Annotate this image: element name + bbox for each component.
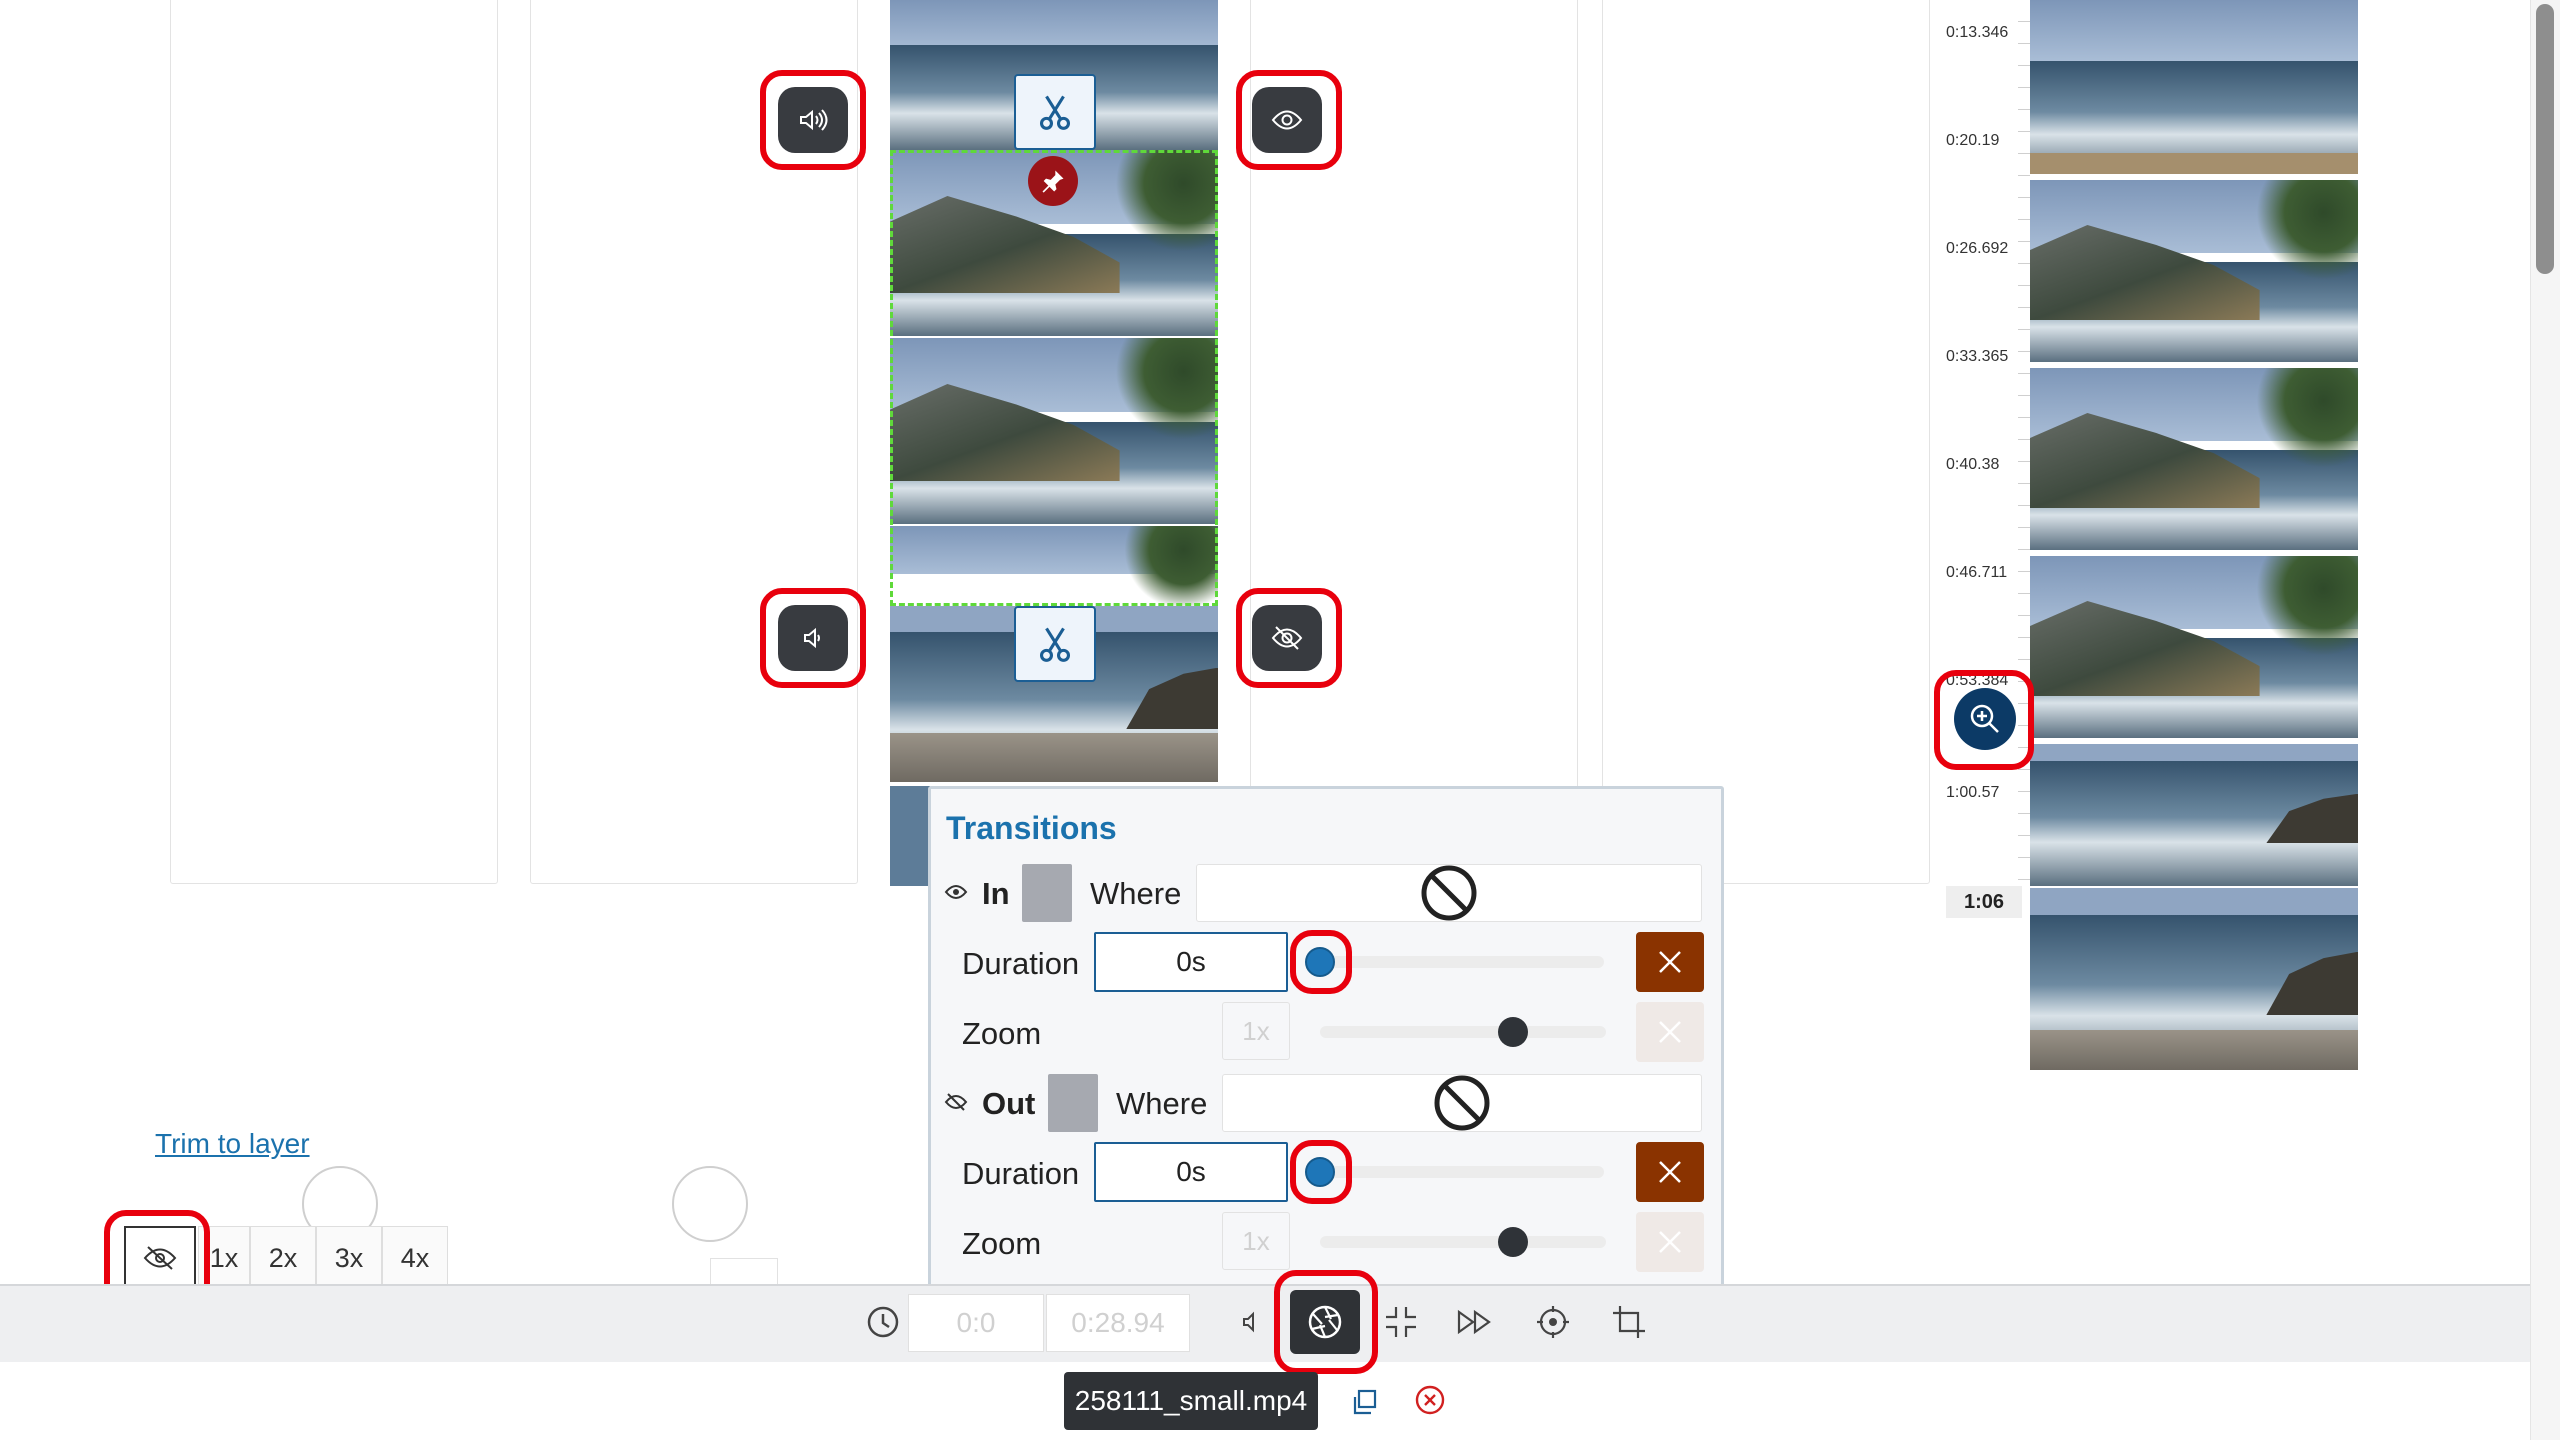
transitions-panel xyxy=(928,786,1724,1292)
speed-4x-button[interactable]: 4x xyxy=(382,1226,448,1290)
transition-out-zoom-knob[interactable] xyxy=(1498,1227,1528,1257)
timestamp-label: 0:40.38 xyxy=(1946,456,2000,473)
split-clip-button[interactable] xyxy=(1014,606,1096,682)
timestamp-label: 0:13.346 xyxy=(1946,24,2009,41)
end-time-input[interactable]: 0:28.94 xyxy=(1046,1294,1190,1352)
volume-low-icon xyxy=(804,627,820,649)
fast-forward-button[interactable] xyxy=(1450,1292,1500,1352)
volume-high-icon xyxy=(800,109,828,131)
transition-in-where-select[interactable] xyxy=(1196,864,1702,922)
transition-in-duration-slider[interactable] xyxy=(1318,956,1604,968)
transition-out-duration-slider[interactable] xyxy=(1318,1166,1604,1178)
timeline-thumbnail[interactable] xyxy=(2030,888,2358,1070)
close-icon xyxy=(1659,1021,1681,1043)
clock-button[interactable] xyxy=(858,1292,908,1352)
transition-in-label: In xyxy=(982,876,1010,911)
timestamp-label: 1:00.57 xyxy=(1946,784,2000,801)
scissors-icon xyxy=(1039,95,1071,130)
fast-forward-icon xyxy=(1457,1309,1491,1335)
crop-icon xyxy=(1613,1306,1645,1338)
transition-out-clear-button[interactable] xyxy=(1636,1142,1704,1202)
transition-in-zoom-clear-button xyxy=(1636,1002,1704,1062)
selected-range-outline xyxy=(890,150,1218,606)
transition-out-where-label: Where xyxy=(1116,1086,1208,1121)
speed-3x-button[interactable]: 3x xyxy=(316,1226,382,1290)
transition-in-zoom-slider[interactable] xyxy=(1320,1026,1606,1038)
transition-out-duration-label: Duration xyxy=(962,1156,1080,1191)
close-icon xyxy=(1659,1231,1681,1253)
transition-out-duration-input[interactable]: 0s xyxy=(1094,1142,1288,1202)
transition-out-color-swatch[interactable] xyxy=(1048,1074,1098,1132)
eye-off-icon xyxy=(1271,626,1303,650)
none-icon xyxy=(1421,865,1477,921)
timestamp-label: 0:33.365 xyxy=(1946,348,2009,365)
trim-to-layer-link[interactable]: Trim to layer xyxy=(155,1128,310,1160)
eye-icon xyxy=(944,885,968,899)
timestamp-label: 0:26.692 xyxy=(1946,240,2009,257)
pin-icon[interactable] xyxy=(1028,156,1078,206)
timeline-thumbnail[interactable] xyxy=(2030,744,2358,886)
scrollbar-thumb[interactable] xyxy=(2536,4,2554,274)
copy-icon xyxy=(1353,1389,1377,1415)
crop-button[interactable] xyxy=(1604,1292,1654,1352)
timestamp-label: 0:20.19 xyxy=(1946,132,2000,149)
transition-in-zoom-knob[interactable] xyxy=(1498,1017,1528,1047)
zoom-in-icon xyxy=(1970,704,1999,733)
timeline-thumbnail[interactable] xyxy=(2030,180,2358,362)
transitions-button[interactable] xyxy=(1290,1290,1360,1354)
split-clip-button[interactable] xyxy=(1014,74,1096,150)
collapse-button[interactable] xyxy=(1376,1292,1426,1352)
scissors-icon xyxy=(1039,627,1071,662)
transition-in-duration-label: Duration xyxy=(962,946,1080,981)
transition-out-label: Out xyxy=(982,1086,1036,1121)
transition-in-duration-input[interactable]: 0s xyxy=(1094,932,1288,992)
zoom-in-timeline-button[interactable] xyxy=(1954,688,2016,750)
clock-icon xyxy=(867,1306,899,1338)
clip-thumbnail[interactable] xyxy=(890,786,930,886)
transition-in-zoom-label: Zoom xyxy=(962,1016,1042,1051)
remove-file-button[interactable] xyxy=(1410,1380,1450,1420)
timestamp-label: 0:46.711 xyxy=(1946,564,2008,581)
eye-icon xyxy=(1271,110,1303,130)
transition-out-zoom-input[interactable]: 1x xyxy=(1222,1212,1290,1270)
target-icon xyxy=(1537,1306,1569,1338)
volume-low-button[interactable] xyxy=(778,605,848,671)
transition-out-zoom-label: Zoom xyxy=(962,1226,1042,1261)
volume-high-button[interactable] xyxy=(778,87,848,153)
visible-eye-button[interactable] xyxy=(1252,87,1322,153)
eye-off-icon xyxy=(944,1093,968,1111)
close-icon xyxy=(1659,1161,1681,1183)
close-icon xyxy=(1659,951,1681,973)
transition-in-color-swatch[interactable] xyxy=(1022,864,1072,922)
layer-column-5 xyxy=(1602,0,1930,884)
transition-in-zoom-input[interactable]: 1x xyxy=(1222,1002,1290,1060)
transition-out-zoom-clear-button xyxy=(1636,1212,1704,1272)
timeline-thumbnail[interactable] xyxy=(2030,0,2358,174)
speed-2x-button[interactable]: 2x xyxy=(250,1226,316,1290)
target-button[interactable] xyxy=(1528,1292,1578,1352)
aperture-icon xyxy=(1308,1305,1342,1339)
transition-in-clear-button[interactable] xyxy=(1636,932,1704,992)
transition-in-duration-knob[interactable] xyxy=(1305,947,1335,977)
collapse-icon xyxy=(1386,1307,1416,1337)
layer-column-1 xyxy=(170,0,498,884)
transition-out-zoom-slider[interactable] xyxy=(1320,1236,1606,1248)
hidden-eye-button[interactable] xyxy=(1252,605,1322,671)
transition-out-where-select[interactable] xyxy=(1222,1074,1702,1132)
start-time-input[interactable]: 0:0 xyxy=(908,1294,1044,1352)
duration-badge: 1:06 xyxy=(1946,886,2022,918)
volume-low-icon xyxy=(1243,1311,1254,1333)
handle-circle[interactable] xyxy=(672,1166,748,1242)
transition-in-where-label: Where xyxy=(1090,876,1182,911)
mute-button[interactable] xyxy=(1226,1292,1276,1352)
duplicate-button[interactable] xyxy=(1344,1382,1384,1422)
filename-label: 258111_small.mp4 xyxy=(1064,1372,1318,1430)
none-icon xyxy=(1434,1075,1490,1131)
transition-out-duration-knob[interactable] xyxy=(1305,1157,1335,1187)
close-circle-icon xyxy=(1415,1385,1445,1415)
transitions-title: Transitions xyxy=(946,810,1117,846)
timeline-thumbnail[interactable] xyxy=(2030,556,2358,738)
timeline-thumbnail[interactable] xyxy=(2030,368,2358,550)
